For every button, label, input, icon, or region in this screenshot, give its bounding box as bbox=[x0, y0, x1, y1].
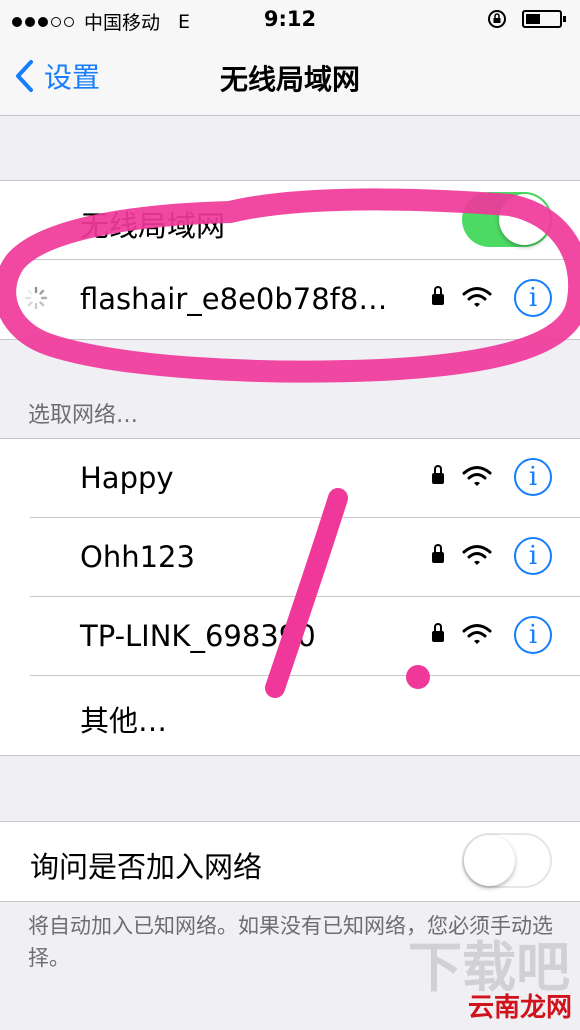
wifi-toggle-label: 无线局域网 bbox=[80, 209, 226, 243]
info-button[interactable]: i bbox=[514, 458, 552, 496]
ask-to-join-group: 询问是否加入网络 bbox=[0, 821, 580, 902]
ask-to-join-row: 询问是否加入网络 bbox=[0, 822, 580, 901]
current-network-row[interactable]: flashair_e8e0b78f8… i bbox=[0, 260, 580, 339]
lock-icon bbox=[432, 465, 444, 484]
toggle-knob bbox=[499, 194, 550, 245]
battery-fill bbox=[526, 14, 540, 24]
watermark-logo: 云南龙网 bbox=[467, 993, 572, 1023]
toggle-knob bbox=[464, 835, 515, 886]
lock-icon bbox=[432, 286, 444, 305]
battery-icon bbox=[522, 10, 566, 28]
info-button[interactable]: i bbox=[514, 537, 552, 575]
network-row-other[interactable]: 其他… bbox=[0, 676, 580, 755]
status-right bbox=[486, 8, 566, 30]
wifi-toggle-row: 无线局域网 bbox=[0, 181, 580, 260]
network-name: TP-LINK_698390 bbox=[80, 619, 316, 653]
wifi-toggle-switch[interactable] bbox=[462, 192, 552, 247]
wifi-icon bbox=[462, 287, 492, 307]
info-button[interactable]: i bbox=[514, 616, 552, 654]
network-name: Ohh123 bbox=[80, 540, 195, 574]
network-list: Happy i Ohh123 i TP-LINK_698390 i 其他… bbox=[0, 438, 580, 756]
lock-icon bbox=[432, 623, 444, 642]
ask-to-join-label: 询问是否加入网络 bbox=[30, 850, 263, 884]
nav-bar: 设置 无线局域网 bbox=[0, 38, 580, 116]
current-network-name: flashair_e8e0b78f8… bbox=[80, 282, 388, 316]
network-name: Happy bbox=[80, 461, 174, 495]
page-title: 无线局域网 bbox=[219, 63, 360, 96]
wifi-icon bbox=[462, 545, 492, 565]
spinner-icon bbox=[24, 286, 48, 310]
ask-to-join-switch[interactable] bbox=[462, 833, 552, 888]
rotation-lock-icon bbox=[488, 10, 506, 28]
network-row-tp-link[interactable]: TP-LINK_698390 i bbox=[0, 597, 580, 676]
lock-icon bbox=[432, 544, 444, 563]
section-header-choose-network: 选取网络… bbox=[28, 403, 139, 428]
status-bar: 中国移动 E 9:12 bbox=[0, 0, 580, 38]
network-row-happy[interactable]: Happy i bbox=[0, 439, 580, 518]
wifi-icon bbox=[462, 624, 492, 644]
info-button[interactable]: i bbox=[514, 279, 552, 317]
wifi-group: 无线局域网 flashair_e8e0b78f8… i bbox=[0, 180, 580, 340]
network-row-ohh123[interactable]: Ohh123 i bbox=[0, 518, 580, 597]
other-network-label: 其他… bbox=[80, 704, 168, 738]
wifi-icon bbox=[462, 466, 492, 486]
